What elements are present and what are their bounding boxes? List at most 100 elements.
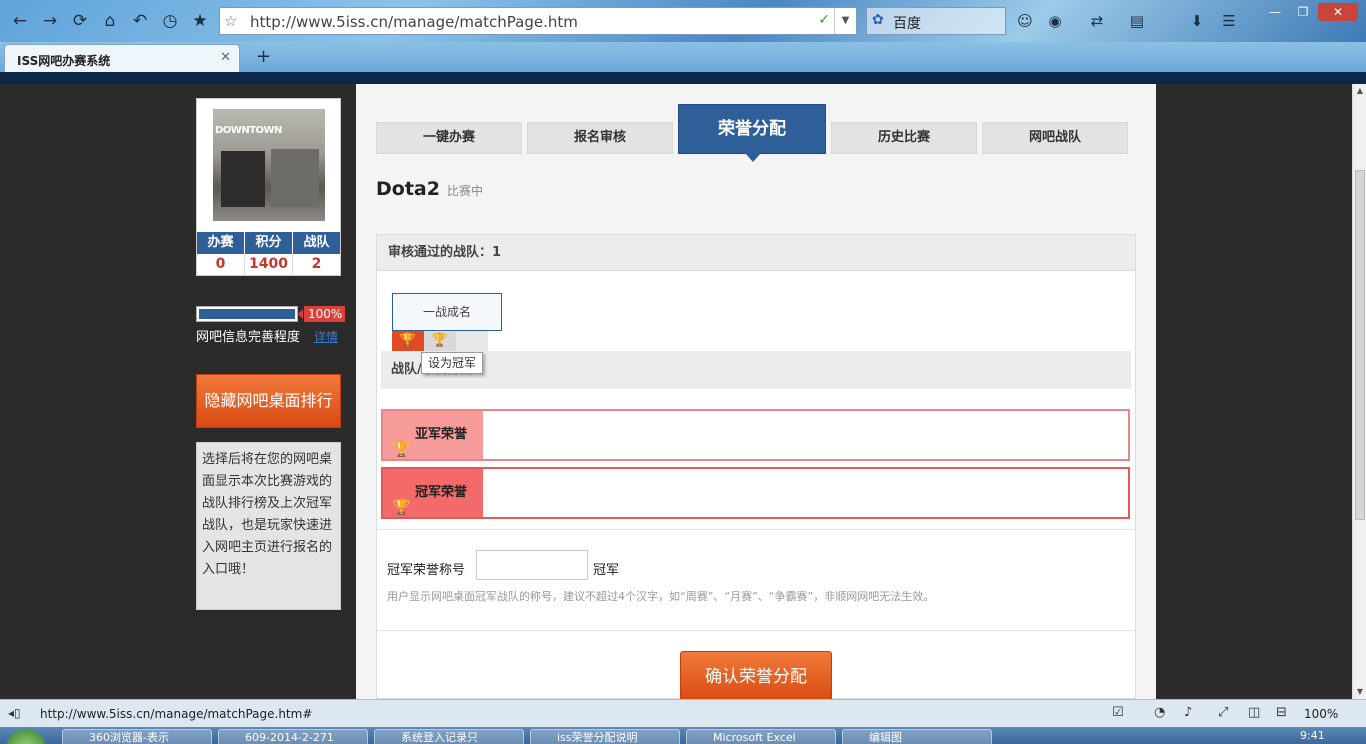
teams-box: 审核通过的战队：1 一战成名 🏆 🏆 战队/荣誉分配 设为冠军 🏆 亚军荣誉 🏆… — [376, 234, 1136, 699]
tab-netcafe-teams[interactable]: 网吧战队 — [982, 122, 1128, 154]
stats-header: 办赛 积分 战队 — [197, 232, 340, 254]
home-icon[interactable]: ⌂ — [98, 9, 122, 33]
progress-fill — [199, 309, 295, 319]
history-icon[interactable]: ◷ — [158, 9, 182, 33]
champion-title-input[interactable] — [476, 550, 588, 580]
champion-title-hint: 用户显示网吧桌面冠军战队的称号，建议不超过4个汉字，如“周赛”、“月赛”、“争霸… — [387, 590, 935, 603]
confirm-honor-button[interactable]: 确认荣誉分配 — [680, 651, 832, 699]
team-honor-section: 战队/荣誉分配 — [381, 351, 1131, 389]
progress-percent: 100% — [297, 306, 346, 322]
minimize-icon[interactable]: — — [1262, 3, 1288, 21]
restore-icon[interactable]: ❐ — [1290, 3, 1316, 21]
stat-value-teams: 2 — [311, 256, 322, 272]
netcafe-profile: DOWNTOWN 办赛 积分 战队 0 1400 2 — [196, 98, 341, 276]
tab-registration-review[interactable]: 报名审核 — [527, 122, 673, 154]
champion-honor-slot[interactable]: 🏆 冠军荣誉 — [381, 467, 1130, 519]
tab-strip: ISS网吧办赛系统 ✕ + — [0, 42, 1366, 72]
stat-label-teams: 战队 — [303, 235, 330, 250]
photo-door — [221, 151, 265, 207]
tab-history-matches[interactable]: 历史比赛 — [831, 122, 977, 154]
stat-label-points: 积分 — [245, 232, 293, 254]
netcafe-photo: DOWNTOWN — [213, 109, 325, 221]
zoom-level[interactable]: 100% — [1304, 707, 1338, 721]
champion-honor-label-box: 🏆 冠军荣誉 — [383, 469, 483, 517]
camera-icon[interactable]: ◉ — [1044, 10, 1066, 32]
game-title: Dota2 — [376, 178, 440, 200]
tab-title: ISS网吧办赛系统 — [17, 54, 111, 68]
champion-title-label: 冠军荣誉称号 — [387, 563, 466, 578]
split-view-icon[interactable]: ◫ — [1248, 705, 1260, 720]
user-icon[interactable]: ☺ — [1014, 10, 1036, 32]
back-icon[interactable]: ← — [8, 9, 32, 33]
silver-trophy-icon: 🏆 — [392, 440, 411, 458]
start-button[interactable] — [6, 729, 46, 744]
zoom-icon[interactable]: ⊟ — [1276, 705, 1287, 720]
status-bar: ◂▯ http://www.5iss.cn/manage/matchPage.h… — [0, 699, 1366, 727]
taskbar-item[interactable]: 系统登入记录只 — [374, 729, 524, 744]
tab-iss[interactable]: ISS网吧办赛系统 ✕ — [4, 44, 240, 72]
tab-honor-allocation[interactable]: 荣誉分配 — [678, 104, 826, 162]
taskbar-item[interactable]: Microsoft Excel — [686, 729, 836, 744]
search-engine-label[interactable]: 百度 — [893, 13, 921, 33]
vertical-scrollbar[interactable]: ▲ ▼ — [1352, 84, 1366, 699]
approved-teams-header: 审核通过的战队：1 — [377, 235, 1135, 271]
check-icon[interactable]: ☑ — [1112, 705, 1124, 720]
sidebar-toggle-icon[interactable]: ◂▯ — [8, 706, 21, 720]
main-panel: 一键办赛 报名审核 荣誉分配 历史比赛 网吧战队 Dota2 比赛中 审核通过的… — [356, 84, 1156, 699]
info-details-link[interactable]: 详情 — [314, 328, 338, 345]
game-status: 比赛中 — [447, 184, 484, 198]
menu-icon[interactable]: ☰ — [1218, 10, 1240, 32]
bookmark-star-icon[interactable]: ☆ — [224, 12, 237, 30]
stat-value-points: 1400 — [245, 254, 293, 275]
info-completeness-label: 网吧信息完善程度 — [196, 330, 301, 345]
search-box[interactable]: ✿ 百度 — [866, 7, 1006, 35]
scroll-up-icon[interactable]: ▲ — [1353, 84, 1366, 98]
runnerup-honor-slot[interactable]: 🏆 亚军荣誉 — [381, 409, 1130, 461]
photo-window — [271, 149, 319, 207]
favorite-icon[interactable]: ★ — [188, 9, 212, 33]
main-tabs: 一键办赛 报名审核 荣誉分配 历史比赛 网吧战队 — [376, 104, 1136, 162]
set-runnerup-trophy-icon[interactable]: 🏆 — [424, 331, 456, 351]
award-blank-slot — [456, 331, 488, 351]
new-tab-button[interactable]: + — [256, 46, 271, 67]
champion-title-suffix: 冠军 — [593, 563, 620, 578]
baidu-paw-icon: ✿ — [872, 12, 884, 28]
status-url: http://www.5iss.cn/manage/matchPage.htm# — [40, 707, 313, 721]
runnerup-honor-label: 亚军荣誉 — [415, 427, 468, 442]
security-leaf-icon[interactable]: ✓ — [818, 12, 830, 28]
scroll-down-icon[interactable]: ▼ — [1353, 685, 1366, 699]
scroll-thumb[interactable] — [1355, 170, 1365, 520]
taskbar-item[interactable]: iss荣誉分配说明 — [530, 729, 680, 744]
hide-desktop-ranking-button[interactable]: 隐藏网吧桌面排行 — [196, 374, 341, 428]
page-content: DOWNTOWN 办赛 积分 战队 0 1400 2 100% 网吧信息完善程度… — [0, 84, 1352, 699]
divider — [377, 630, 1135, 631]
address-url[interactable]: http://www.5iss.cn/manage/matchPage.htm — [250, 13, 578, 31]
taskbar-item[interactable]: 609-2014-2-271 — [218, 729, 368, 744]
close-window-icon[interactable]: ✕ — [1318, 3, 1358, 21]
taskbar-clock: 9:41 — [1300, 729, 1325, 742]
volume-icon[interactable]: ♪ — [1184, 705, 1192, 720]
address-bar[interactable]: ☆ http://www.5iss.cn/manage/matchPage.ht… — [219, 7, 857, 35]
undo-icon[interactable]: ↶ — [128, 9, 152, 33]
translate-icon[interactable]: ⇄ — [1086, 10, 1108, 32]
gold-trophy-icon: 🏆 — [392, 498, 411, 516]
runnerup-honor-label-box: 🏆 亚军荣誉 — [383, 411, 483, 459]
speed-icon[interactable]: ◔ — [1154, 705, 1165, 720]
notes-icon[interactable]: ▤ — [1126, 10, 1148, 32]
tab-close-icon[interactable]: ✕ — [220, 50, 231, 65]
fullscreen-icon[interactable]: ⤢ — [1218, 705, 1228, 720]
team-card[interactable]: 一战成名 — [392, 293, 502, 331]
os-taskbar: 360浏览器-表示 609-2014-2-271 系统登入记录只 iss荣誉分配… — [0, 727, 1366, 744]
browser-toolbar: ← → ⟳ ⌂ ↶ ◷ ★ ☆ http://www.5iss.cn/manag… — [0, 0, 1366, 42]
reload-icon[interactable]: ⟳ — [68, 9, 92, 33]
download-icon[interactable]: ⬇ — [1186, 10, 1208, 32]
champion-honor-label: 冠军荣誉 — [415, 485, 468, 500]
address-dropdown-icon[interactable]: ▼ — [834, 8, 856, 34]
set-champion-trophy-icon[interactable]: 🏆 — [392, 331, 424, 351]
forward-icon[interactable]: → — [38, 9, 62, 33]
taskbar-item[interactable]: 编辑图 — [842, 729, 992, 744]
stats-values: 0 1400 2 — [197, 254, 340, 275]
taskbar-item[interactable]: 360浏览器-表示 — [62, 729, 212, 744]
divider — [377, 529, 1135, 530]
tab-quick-match[interactable]: 一键办赛 — [376, 122, 522, 154]
